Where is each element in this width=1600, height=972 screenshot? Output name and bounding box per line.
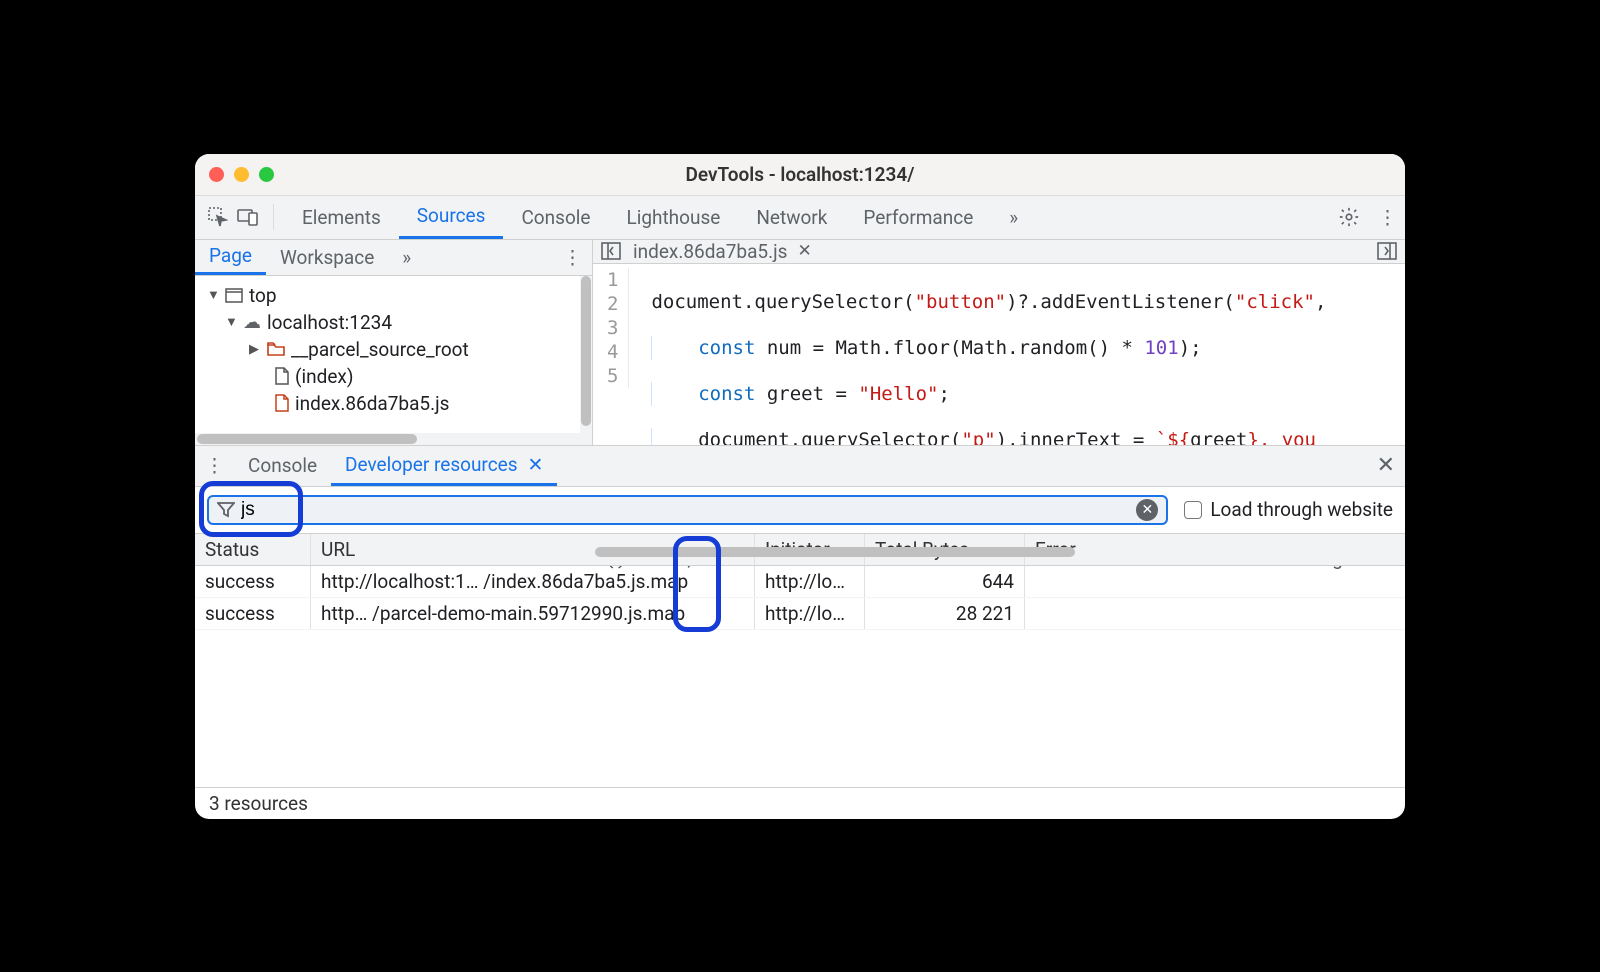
navigator-tab-page[interactable]: Page <box>195 240 266 275</box>
drawer-tab-devresources[interactable]: Developer resources ✕ <box>331 446 557 486</box>
tab-lighthouse[interactable]: Lighthouse <box>608 196 738 239</box>
file-tab-label: index.86da7ba5.js <box>633 240 787 263</box>
tabs-overflow[interactable]: » <box>991 196 1036 239</box>
inspect-element-icon[interactable] <box>203 207 233 227</box>
tree-file-label: index.86da7ba5.js <box>295 392 449 415</box>
tab-performance[interactable]: Performance <box>845 196 991 239</box>
filter-row: ✕ Load through website <box>195 486 1405 534</box>
navigator-tab-more[interactable]: » <box>388 240 425 275</box>
tree-folder[interactable]: ▶ __parcel_source_root <box>195 336 592 363</box>
tree-host-label: localhost:1234 <box>267 311 392 334</box>
editor-panel: index.86da7ba5.js ✕ 12345 document.query… <box>593 240 1405 445</box>
close-drawer-tab-icon[interactable]: ✕ <box>528 453 544 476</box>
tab-console[interactable]: Console <box>503 196 608 239</box>
col-status[interactable]: Status <box>195 534 311 565</box>
drawer-tabs: ⋮ Console Developer resources ✕ ✕ <box>195 446 1405 486</box>
drawer-tab-console[interactable]: Console <box>234 446 331 486</box>
clear-filter-icon[interactable]: ✕ <box>1136 499 1158 521</box>
tree-file-js[interactable]: index.86da7ba5.js <box>195 390 592 417</box>
toggle-navigator-icon[interactable] <box>601 242 621 260</box>
devtools-window: DevTools - localhost:1234/ Elements Sour… <box>195 154 1405 819</box>
fullscreen-window-button[interactable] <box>259 167 274 182</box>
tree-scrollbar[interactable] <box>580 276 592 433</box>
tree-index-label: (index) <box>295 365 353 388</box>
table-row[interactable]: success http… /parcel-demo-main.59712990… <box>195 598 1405 630</box>
close-drawer-icon[interactable]: ✕ <box>1377 453 1395 478</box>
resources-table: Status URL Initiator ▲ Total Bytes Error… <box>195 534 1405 787</box>
drawer-menu-icon[interactable]: ⋮ <box>205 454 224 477</box>
tree-top-label: top <box>249 284 277 307</box>
table-row[interactable]: success http://localhost:1… /index.86da7… <box>195 566 1405 598</box>
col-error[interactable]: Error <box>1025 534 1405 565</box>
tree-top[interactable]: ▼ top <box>195 282 592 309</box>
filter-icon <box>217 502 235 518</box>
tree-hscrollbar[interactable] <box>195 433 592 445</box>
filter-box: ✕ <box>207 495 1168 525</box>
filter-input[interactable] <box>241 499 1136 521</box>
cloud-icon: ☁ <box>243 312 261 333</box>
settings-gear-icon[interactable] <box>1338 206 1360 229</box>
tree-host[interactable]: ▼ ☁ localhost:1234 <box>195 309 592 336</box>
main-toolbar: Elements Sources Console Lighthouse Netw… <box>195 196 1405 240</box>
drawer: ⋮ Console Developer resources ✕ ✕ ✕ Load… <box>195 445 1405 819</box>
open-file-tab[interactable]: index.86da7ba5.js ✕ <box>633 240 812 263</box>
close-file-tab-icon[interactable]: ✕ <box>797 241 811 261</box>
window-title: DevTools - localhost:1234/ <box>195 163 1405 186</box>
close-window-button[interactable] <box>209 167 224 182</box>
panel-tabs: Elements Sources Console Lighthouse Netw… <box>284 196 1036 239</box>
tree-index[interactable]: (index) <box>195 363 592 390</box>
navigator-header: Page Workspace » ⋮ <box>195 240 592 276</box>
navigator-tab-workspace[interactable]: Workspace <box>266 240 388 275</box>
load-through-website-checkbox[interactable]: Load through website <box>1184 498 1393 521</box>
main-area: Page Workspace » ⋮ ▼ top ▼ ☁ localhost:1… <box>195 240 1405 445</box>
tree-folder-label: __parcel_source_root <box>291 338 469 361</box>
sources-navigator: Page Workspace » ⋮ ▼ top ▼ ☁ localhost:1… <box>195 240 593 445</box>
navigator-menu-icon[interactable]: ⋮ <box>563 246 582 269</box>
resources-footer: 3 resources <box>195 787 1405 819</box>
table-body: success http://localhost:1… /index.86da7… <box>195 566 1405 787</box>
tab-sources[interactable]: Sources <box>399 196 504 239</box>
toggle-debugger-icon[interactable] <box>1377 242 1397 260</box>
more-menu-icon[interactable]: ⋮ <box>1378 206 1397 229</box>
minimize-window-button[interactable] <box>234 167 249 182</box>
traffic-lights <box>209 167 274 182</box>
file-tree: ▼ top ▼ ☁ localhost:1234 ▶ __parcel_sour… <box>195 276 592 433</box>
tab-elements[interactable]: Elements <box>284 196 399 239</box>
device-toolbar-icon[interactable] <box>233 208 263 226</box>
tab-network[interactable]: Network <box>738 196 845 239</box>
editor-tabs: index.86da7ba5.js ✕ <box>593 240 1405 264</box>
titlebar: DevTools - localhost:1234/ <box>195 154 1405 196</box>
